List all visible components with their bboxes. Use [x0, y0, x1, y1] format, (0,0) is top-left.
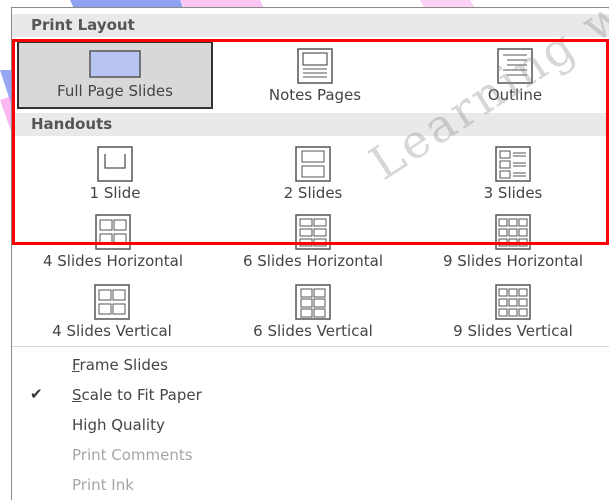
handout-6-slides-horizontal-option[interactable]: 6 Slides Horizontal [218, 214, 408, 270]
print-comments-menu-item: Print Comments [72, 446, 193, 464]
print-ink-menu-item: Print Ink [72, 476, 134, 494]
high-quality-menu-item[interactable]: High Quality [12, 410, 609, 440]
six-slides-vertical-icon [295, 284, 331, 320]
one-slide-icon [97, 146, 133, 182]
outline-icon [497, 48, 533, 84]
full-page-slides-option[interactable]: Full Page Slides [17, 41, 213, 109]
handout-4-slides-horizontal-option[interactable]: 4 Slides Horizontal [18, 214, 208, 270]
checkmark-icon: ✔ [30, 385, 43, 403]
handout-4-slides-vertical-option[interactable]: 4 Slides Vertical [27, 284, 197, 340]
menu-divider [12, 346, 609, 347]
nine-slides-horizontal-icon [495, 214, 531, 250]
handout-1-slide-option[interactable]: 1 Slide [40, 146, 190, 202]
nine-slides-vertical-icon [495, 284, 531, 320]
scale-to-fit-paper-menu-item[interactable]: ✔ Scale to Fit Paper [12, 380, 609, 410]
handouts-header: Handouts [12, 113, 609, 136]
four-slides-horizontal-icon [95, 214, 131, 250]
frame-slides-menu-item[interactable]: Frame Slides [12, 350, 609, 380]
handout-9-slides-horizontal-option[interactable]: 9 Slides Horizontal [418, 214, 608, 270]
print-layout-header: Print Layout [12, 14, 609, 37]
three-slides-icon [495, 146, 531, 182]
two-slides-icon [295, 146, 331, 182]
four-slides-vertical-icon [94, 284, 130, 320]
notes-pages-option[interactable]: Notes Pages [240, 48, 390, 104]
six-slides-horizontal-icon [295, 214, 331, 250]
notes-pages-icon [297, 48, 333, 84]
handout-3-slides-option[interactable]: 3 Slides [438, 146, 588, 202]
handout-6-slides-vertical-option[interactable]: 6 Slides Vertical [228, 284, 398, 340]
full-page-slide-icon [89, 50, 141, 78]
handout-2-slides-option[interactable]: 2 Slides [238, 146, 388, 202]
handout-9-slides-vertical-option[interactable]: 9 Slides Vertical [428, 284, 598, 340]
outline-option[interactable]: Outline [440, 48, 590, 104]
